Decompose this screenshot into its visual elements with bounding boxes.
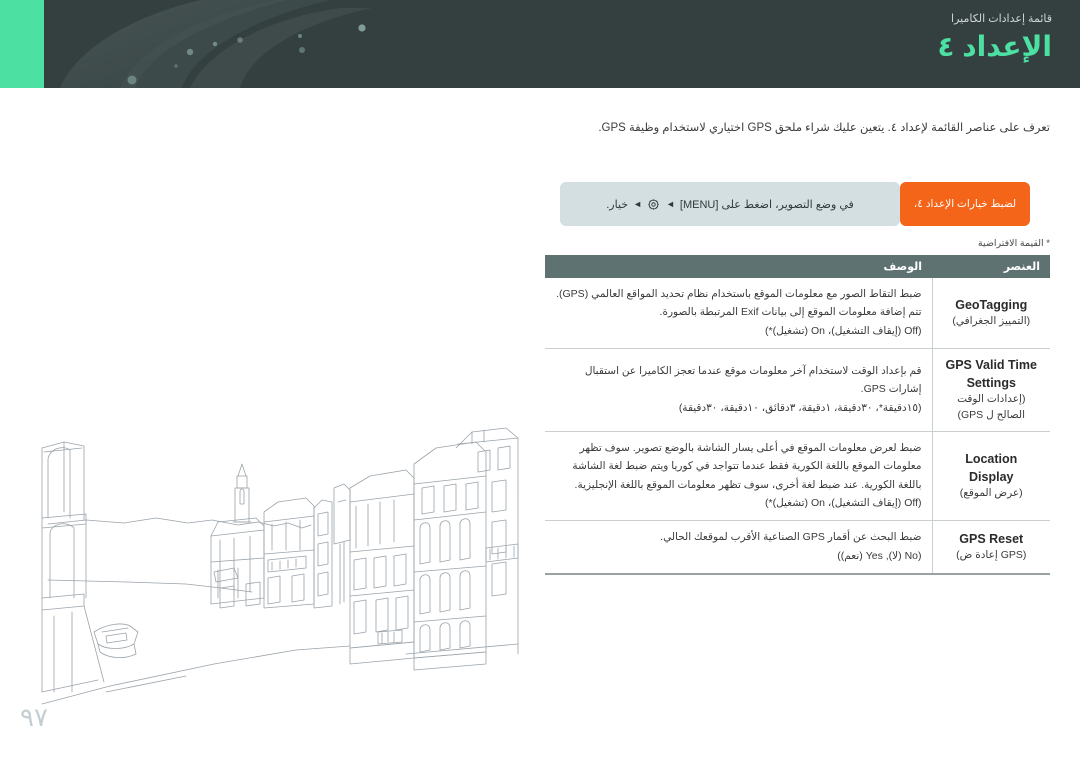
callout-body: في وضع التصوير، اضغط على [MENU] ◄ ◄ خيار…	[560, 182, 900, 226]
header-accent-bar	[0, 0, 44, 88]
setting-description-text: ضبط البحث عن أقمار GPS الصناعية الأقرب ل…	[660, 531, 922, 544]
setting-description-cell: قم بإعداد الوقت لاستخدام آخر معلومات موق…	[544, 348, 932, 432]
callout-body-prefix: في وضع التصوير، اضغط على [MENU]	[679, 198, 854, 211]
callout-tab-label: لضبط خيارات الإعداد ٤،	[900, 182, 1030, 226]
setting-name-cell: GeoTagging (التمييز الجغرافي)	[931, 278, 1050, 350]
column-header-item: العنصر	[932, 255, 1050, 278]
setting-name-cell: Location Display (عرض الموقع)	[931, 431, 1050, 522]
setting-description-cell: ضبط البحث عن أقمار GPS الصناعية الأقرب ل…	[544, 520, 932, 576]
setting-description-cell: ضبط لعرض معلومات الموقع في أعلى يسار الش…	[544, 431, 932, 522]
header-kicker: قائمة إعدادات الكاميرا	[951, 13, 1052, 25]
table-header-row: العنصر الوصف	[544, 255, 1050, 278]
callout-body-suffix: خيار.	[606, 198, 629, 211]
default-value-note: * القيمة الافتراضية	[977, 238, 1050, 249]
header-decorative-swirls	[0, 0, 1080, 88]
page-title: الإعداد ٤	[937, 31, 1052, 62]
arrow-left-icon-2: ◄	[633, 198, 642, 209]
setting-description-text: ضبط لعرض معلومات الموقع في أعلى يسار الش…	[572, 441, 922, 491]
setting-description-cell: ضبط التقاط الصور مع معلومات الموقع باستخ…	[544, 278, 932, 350]
intro-paragraph: تعرف على عناصر القائمة لإعداد ٤. يتعين ع…	[598, 122, 1050, 134]
setting-name-en: GPS Valid Time Settings	[945, 358, 1037, 391]
manual-page: قائمة إعدادات الكاميرا الإعداد ٤ تعرف عل…	[0, 0, 1080, 765]
setting-name-en: GeoTagging	[955, 297, 1028, 312]
settings-table: العنصر الوصف GeoTagging (التمييز الجغراف…	[544, 255, 1050, 576]
table-body: GeoTagging (التمييز الجغرافي) ضبط التقاط…	[544, 278, 1050, 576]
setting-name-ar: (عرض الموقع)	[959, 487, 1023, 500]
setting-options-text: (١٥دقيقة*، ٣٠دقيقة، ١دقيقة، ٣دقائق، ١٠دق…	[678, 401, 922, 414]
column-header-description: الوصف	[544, 255, 932, 278]
table-row: Location Display (عرض الموقع) ضبط لعرض م…	[544, 431, 1050, 522]
venice-canal-illustration	[6, 392, 526, 722]
table-row: GPS Valid Time Settings (إعدادات الوقت ا…	[544, 348, 1050, 432]
setting-options-text: (Off (إيقاف التشغيل)، On (تشغيل)*)	[764, 496, 922, 509]
table-row: GPS Reset (GPS إعادة ض) ضبط البحث عن أقم…	[544, 520, 1050, 576]
setting-description-text: ضبط التقاط الصور مع معلومات الموقع باستخ…	[556, 288, 922, 319]
setting-name-cell: GPS Reset (GPS إعادة ض)	[931, 520, 1050, 576]
arrow-left-icon-1: ◄	[665, 198, 675, 209]
instruction-callout: لضبط خيارات الإعداد ٤، في وضع التصوير، ا…	[554, 182, 1030, 226]
setting-options-text: (Off (إيقاف التشغيل)، On (تشغيل)*)	[764, 324, 922, 337]
setting-name-cell: GPS Valid Time Settings (إعدادات الوقت ا…	[931, 348, 1050, 432]
setting-options-text: (No (لا), Yes (نعم))	[837, 549, 922, 562]
gear-icon	[647, 197, 661, 211]
setting-name-ar: (إعدادات الوقت الصالح ل GPS)	[957, 393, 1026, 421]
page-number: ٩٧	[20, 702, 48, 732]
table-row: GeoTagging (التمييز الجغرافي) ضبط التقاط…	[544, 278, 1050, 350]
setting-name-en: Location Display	[965, 451, 1018, 484]
setting-name-en: GPS Reset	[959, 532, 1024, 547]
setting-description-text: قم بإعداد الوقت لاستخدام آخر معلومات موق…	[584, 364, 922, 396]
page-header: قائمة إعدادات الكاميرا الإعداد ٤	[0, 0, 1080, 88]
setting-name-ar: (التمييز الجغرافي)	[952, 315, 1031, 328]
table-head: العنصر الوصف	[544, 255, 1050, 278]
setting-name-ar: (GPS إعادة ض)	[956, 549, 1027, 562]
header-text-group: قائمة إعدادات الكاميرا الإعداد ٤	[937, 12, 1052, 63]
